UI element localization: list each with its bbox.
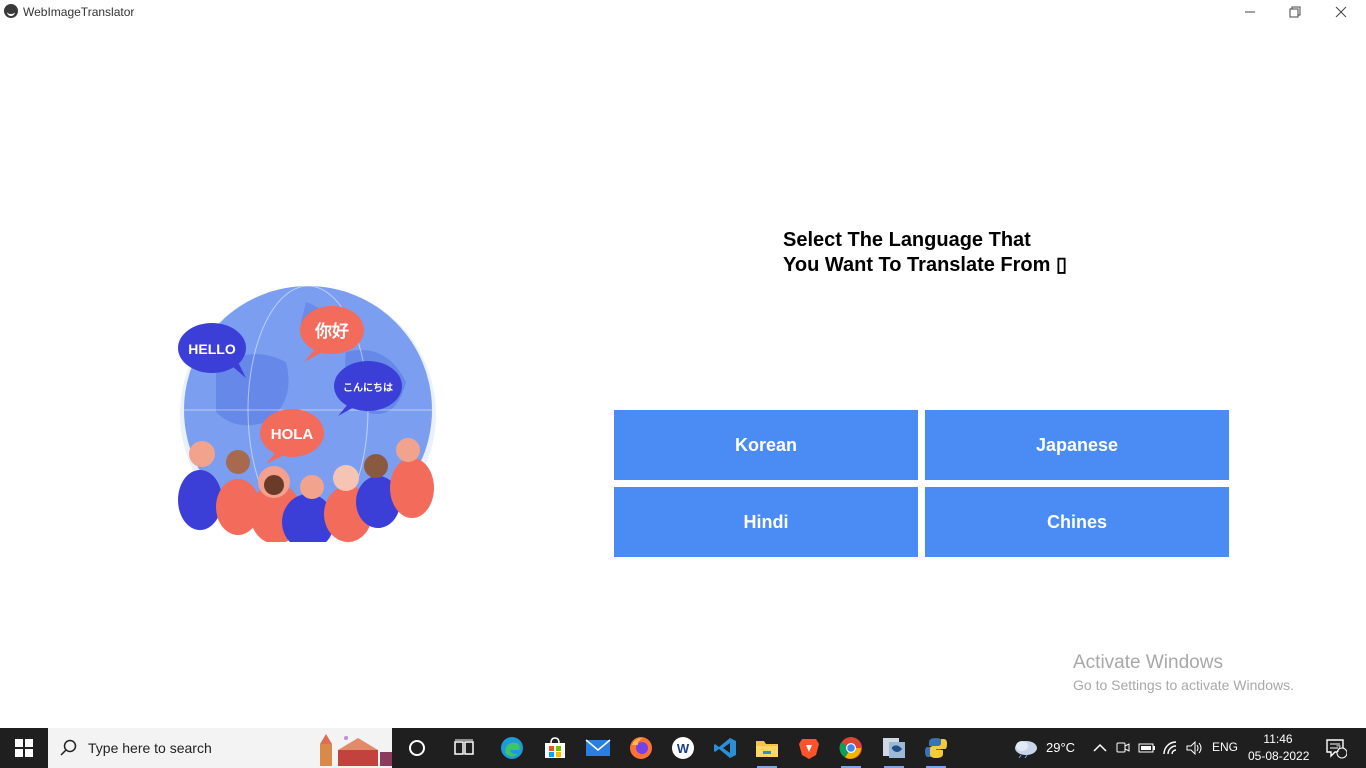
python-icon[interactable] xyxy=(922,734,950,768)
search-icon xyxy=(60,739,77,756)
weather-icon[interactable] xyxy=(1012,734,1040,762)
nihao-text: 你好 xyxy=(314,321,349,342)
file-explorer-icon[interactable] xyxy=(753,734,781,768)
edge-icon[interactable] xyxy=(498,734,526,762)
hindi-button[interactable]: Hindi xyxy=(614,487,918,557)
clock-time[interactable]: 11:46 xyxy=(1262,732,1294,746)
input-language[interactable]: ENG xyxy=(1212,740,1238,754)
clock-date[interactable]: 05-08-2022 xyxy=(1248,749,1309,763)
page-title: Select The Language That You Want To Tra… xyxy=(783,228,1067,278)
app-ps-icon[interactable] xyxy=(880,734,908,768)
restore-icon xyxy=(1289,6,1301,18)
brave-icon[interactable] xyxy=(795,734,823,762)
close-button[interactable] xyxy=(1318,0,1364,24)
vscode-icon[interactable] xyxy=(711,734,739,762)
svg-text:W: W xyxy=(677,741,690,756)
minimize-icon xyxy=(1245,11,1255,13)
volume-icon[interactable] xyxy=(1181,734,1209,762)
activate-windows-subtitle: Go to Settings to activate Windows. xyxy=(1073,677,1294,693)
weather-temp: 29°C xyxy=(1046,740,1076,755)
task-view-icon[interactable] xyxy=(450,734,478,762)
taskbar: Type here to search W 29°C ENG 11:46 05-… xyxy=(0,728,1366,768)
mail-icon[interactable] xyxy=(584,734,612,762)
start-button[interactable] xyxy=(0,728,48,768)
window-title: WebImageTranslator xyxy=(23,5,135,19)
app-w-icon[interactable]: W xyxy=(669,734,697,762)
translation-illustration: HELLO 你好 こんにちは HOLA xyxy=(176,282,440,550)
search-input[interactable]: Type here to search xyxy=(48,728,392,768)
close-icon xyxy=(1335,6,1347,18)
hello-text: HELLO xyxy=(188,341,236,357)
japanese-button[interactable]: Japanese xyxy=(925,410,1229,480)
notification-count: 7 xyxy=(1336,744,1342,754)
search-placeholder: Type here to search xyxy=(88,740,212,756)
konnichiwa-text: こんにちは xyxy=(343,382,393,394)
battery-icon[interactable] xyxy=(1133,734,1161,762)
hola-text: HOLA xyxy=(271,426,314,443)
windows-logo-icon xyxy=(15,739,33,757)
heading-line-1: Select The Language That xyxy=(783,229,1031,251)
app-icon xyxy=(4,4,18,18)
firefox-icon[interactable] xyxy=(627,734,655,762)
heading-line-2: You Want To Translate From ▯ xyxy=(783,254,1067,276)
store-icon[interactable] xyxy=(541,734,569,762)
restore-button[interactable] xyxy=(1272,0,1318,24)
chrome-icon[interactable] xyxy=(837,734,865,768)
activate-windows-title: Activate Windows xyxy=(1073,652,1223,673)
chines-button[interactable]: Chines xyxy=(925,487,1229,557)
minimize-button[interactable] xyxy=(1227,0,1273,24)
korean-button[interactable]: Korean xyxy=(614,410,918,480)
title-bar: WebImageTranslator xyxy=(0,0,1366,24)
search-highlight-icon xyxy=(314,730,392,768)
cortana-icon[interactable] xyxy=(403,734,431,762)
